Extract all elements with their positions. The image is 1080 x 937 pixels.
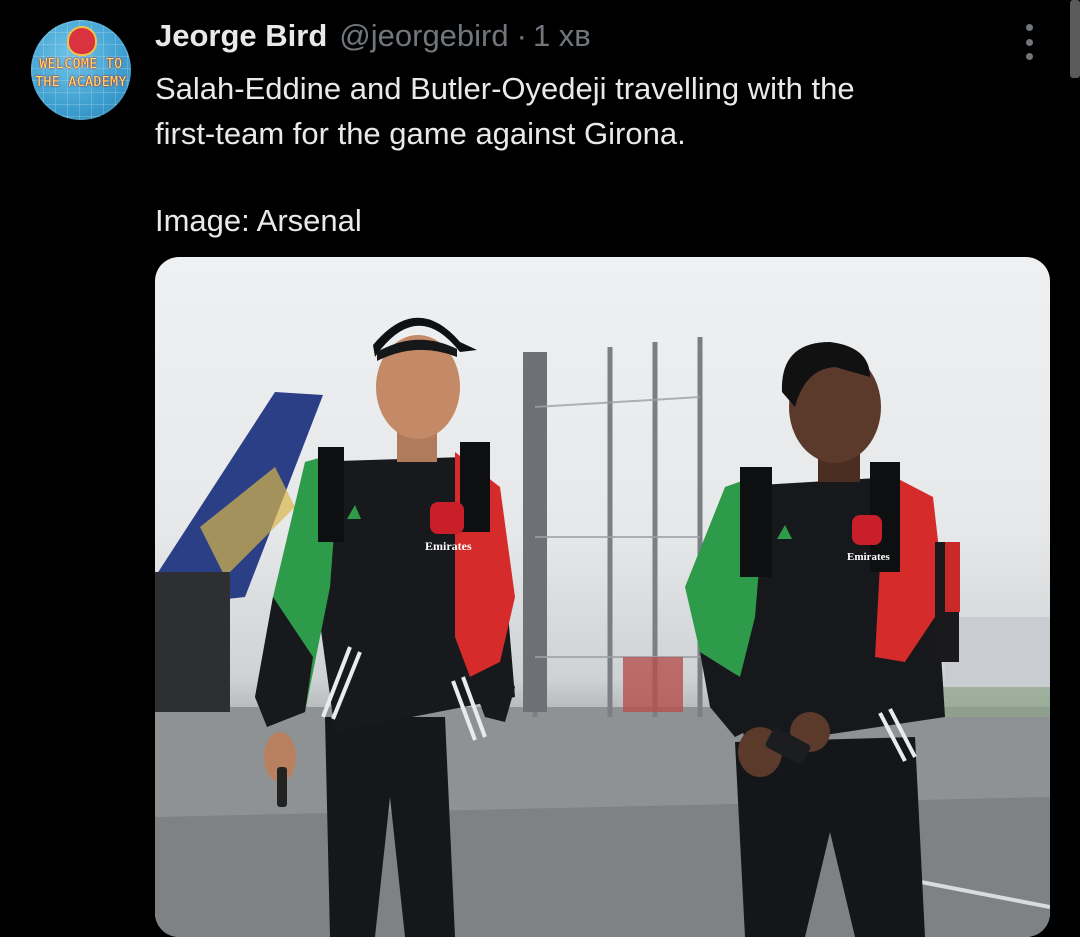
arsenal-crest-icon [67, 26, 97, 56]
photo-illustration: Emirates Emirates [155, 317, 1050, 937]
separator-dot: · [516, 18, 527, 53]
tweet-header: Jeorge Bird @jeorgebird · 1 хв [155, 18, 591, 58]
avatar-text-line-2: THE ACADEMY [35, 75, 127, 90]
tweet-card[interactable]: WELCOME TO THE ACADEMY Jeorge Bird @jeor… [0, 0, 1080, 937]
sponsor-logo-left: Emirates [425, 539, 472, 553]
more-dot [1025, 24, 1033, 31]
timestamp[interactable]: 1 хв [533, 18, 591, 54]
more-dot [1025, 38, 1033, 46]
tweet-photo[interactable]: Emirates Emirates [155, 257, 1050, 937]
display-name[interactable]: Jeorge Bird [155, 18, 327, 54]
tweet-text: Salah-Eddine and Butler-Oyedeji travelli… [155, 66, 1035, 243]
tweet-text-line: Image: Arsenal [155, 203, 362, 238]
more-dot [1025, 53, 1033, 60]
avatar[interactable]: WELCOME TO THE ACADEMY [31, 20, 131, 120]
avatar-text-line-1: WELCOME TO [39, 57, 123, 72]
more-options-icon[interactable] [1019, 24, 1039, 60]
user-handle[interactable]: @jeorgebird [339, 18, 508, 54]
tweet-text-line: first-team for the game against Girona. [155, 116, 686, 151]
sponsor-logo-right: Emirates [847, 551, 890, 563]
scrollbar[interactable] [1070, 0, 1080, 78]
tweet-text-line: Salah-Eddine and Butler-Oyedeji travelli… [155, 71, 855, 106]
